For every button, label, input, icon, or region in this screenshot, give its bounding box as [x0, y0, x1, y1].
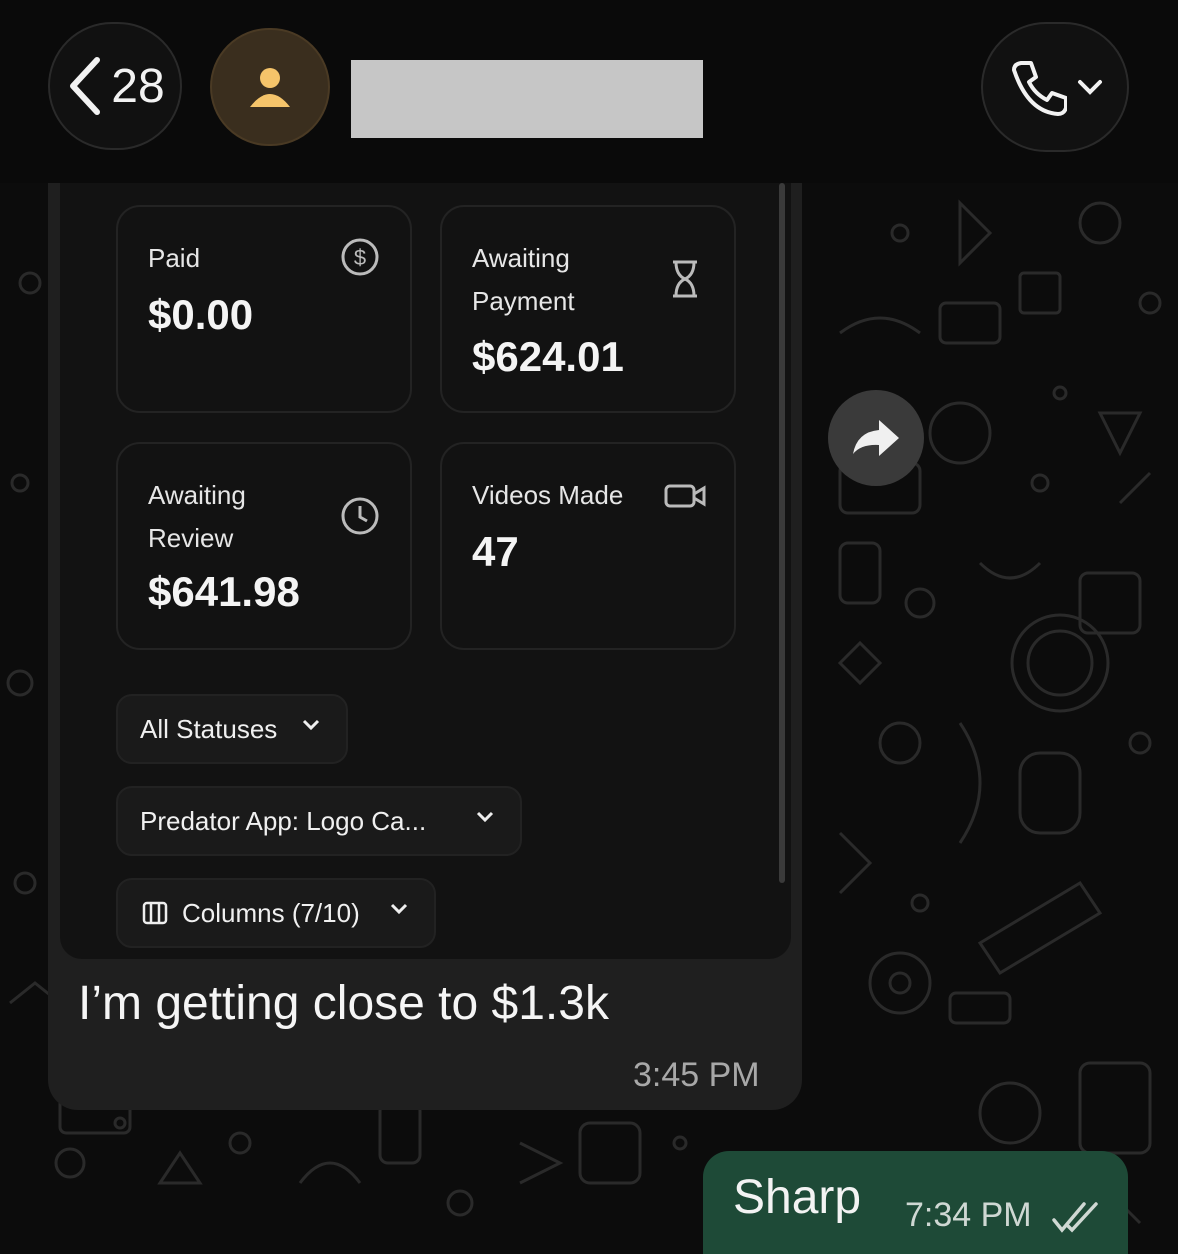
awaiting-payment-label-1: Awaiting: [472, 243, 570, 273]
awaiting-payment-card: Awaiting Payment $624.01: [440, 205, 736, 413]
read-receipt-icon: [1052, 1202, 1098, 1233]
columns-label: Columns (7/10): [182, 897, 360, 928]
dollar-circle-icon: $: [341, 238, 379, 276]
forward-button[interactable]: [828, 390, 924, 486]
chevron-down-icon: [476, 811, 494, 823]
awaiting-review-label-1: Awaiting: [148, 480, 246, 510]
attached-screenshot[interactable]: Paid $0.00 $ Awaiting Payment $624.01 Aw…: [60, 183, 791, 959]
awaiting-payment-label-2: Payment: [472, 286, 575, 316]
campaign-filter-dropdown[interactable]: Predator App: Logo Ca...: [116, 786, 522, 856]
forward-arrow-icon: [853, 420, 899, 456]
person-icon: [250, 68, 290, 107]
incoming-message-time: 3:45 PM: [633, 1056, 760, 1094]
videos-made-label: Videos Made: [472, 480, 624, 510]
incoming-message-text: I’m getting close to $1.3k: [78, 977, 609, 1030]
status-filter-dropdown[interactable]: All Statuses: [116, 694, 348, 764]
unread-count: 28: [111, 59, 165, 113]
video-camera-icon: [664, 484, 706, 508]
awaiting-payment-value: $624.01: [472, 333, 624, 380]
paid-value: $0.00: [148, 291, 254, 338]
clock-icon: [341, 497, 379, 535]
columns-dropdown[interactable]: Columns (7/10): [116, 878, 436, 948]
phone-icon: [1012, 61, 1067, 116]
chevron-left-icon: [70, 57, 101, 115]
back-button[interactable]: 28: [48, 22, 182, 150]
screenshot-scrollbar: [779, 183, 785, 883]
outgoing-message-text: Sharp: [733, 1171, 862, 1224]
contact-name-redacted[interactable]: [351, 60, 703, 138]
hourglass-icon: [673, 260, 697, 298]
contact-avatar[interactable]: [210, 28, 330, 146]
chevron-down-icon: [302, 719, 320, 731]
call-button[interactable]: [981, 22, 1129, 152]
awaiting-review-value: $641.98: [148, 568, 300, 615]
chevron-down-icon: [1078, 80, 1102, 95]
paid-label: Paid: [148, 243, 201, 273]
outgoing-message-time: 7:34 PM: [905, 1196, 1032, 1234]
chat-header: 28: [0, 0, 1178, 183]
columns-icon: [142, 901, 168, 925]
campaign-filter-label: Predator App: Logo Ca...: [140, 805, 427, 836]
status-filter-label: All Statuses: [140, 713, 278, 744]
awaiting-review-card: Awaiting Review $641.98: [116, 442, 412, 650]
paid-card: Paid $0.00 $: [116, 205, 412, 413]
svg-text:$: $: [354, 245, 366, 270]
videos-made-value: 47: [472, 528, 519, 575]
chevron-down-icon: [390, 903, 408, 915]
awaiting-review-label-2: Review: [148, 523, 234, 553]
videos-made-card: Videos Made 47: [440, 442, 736, 650]
